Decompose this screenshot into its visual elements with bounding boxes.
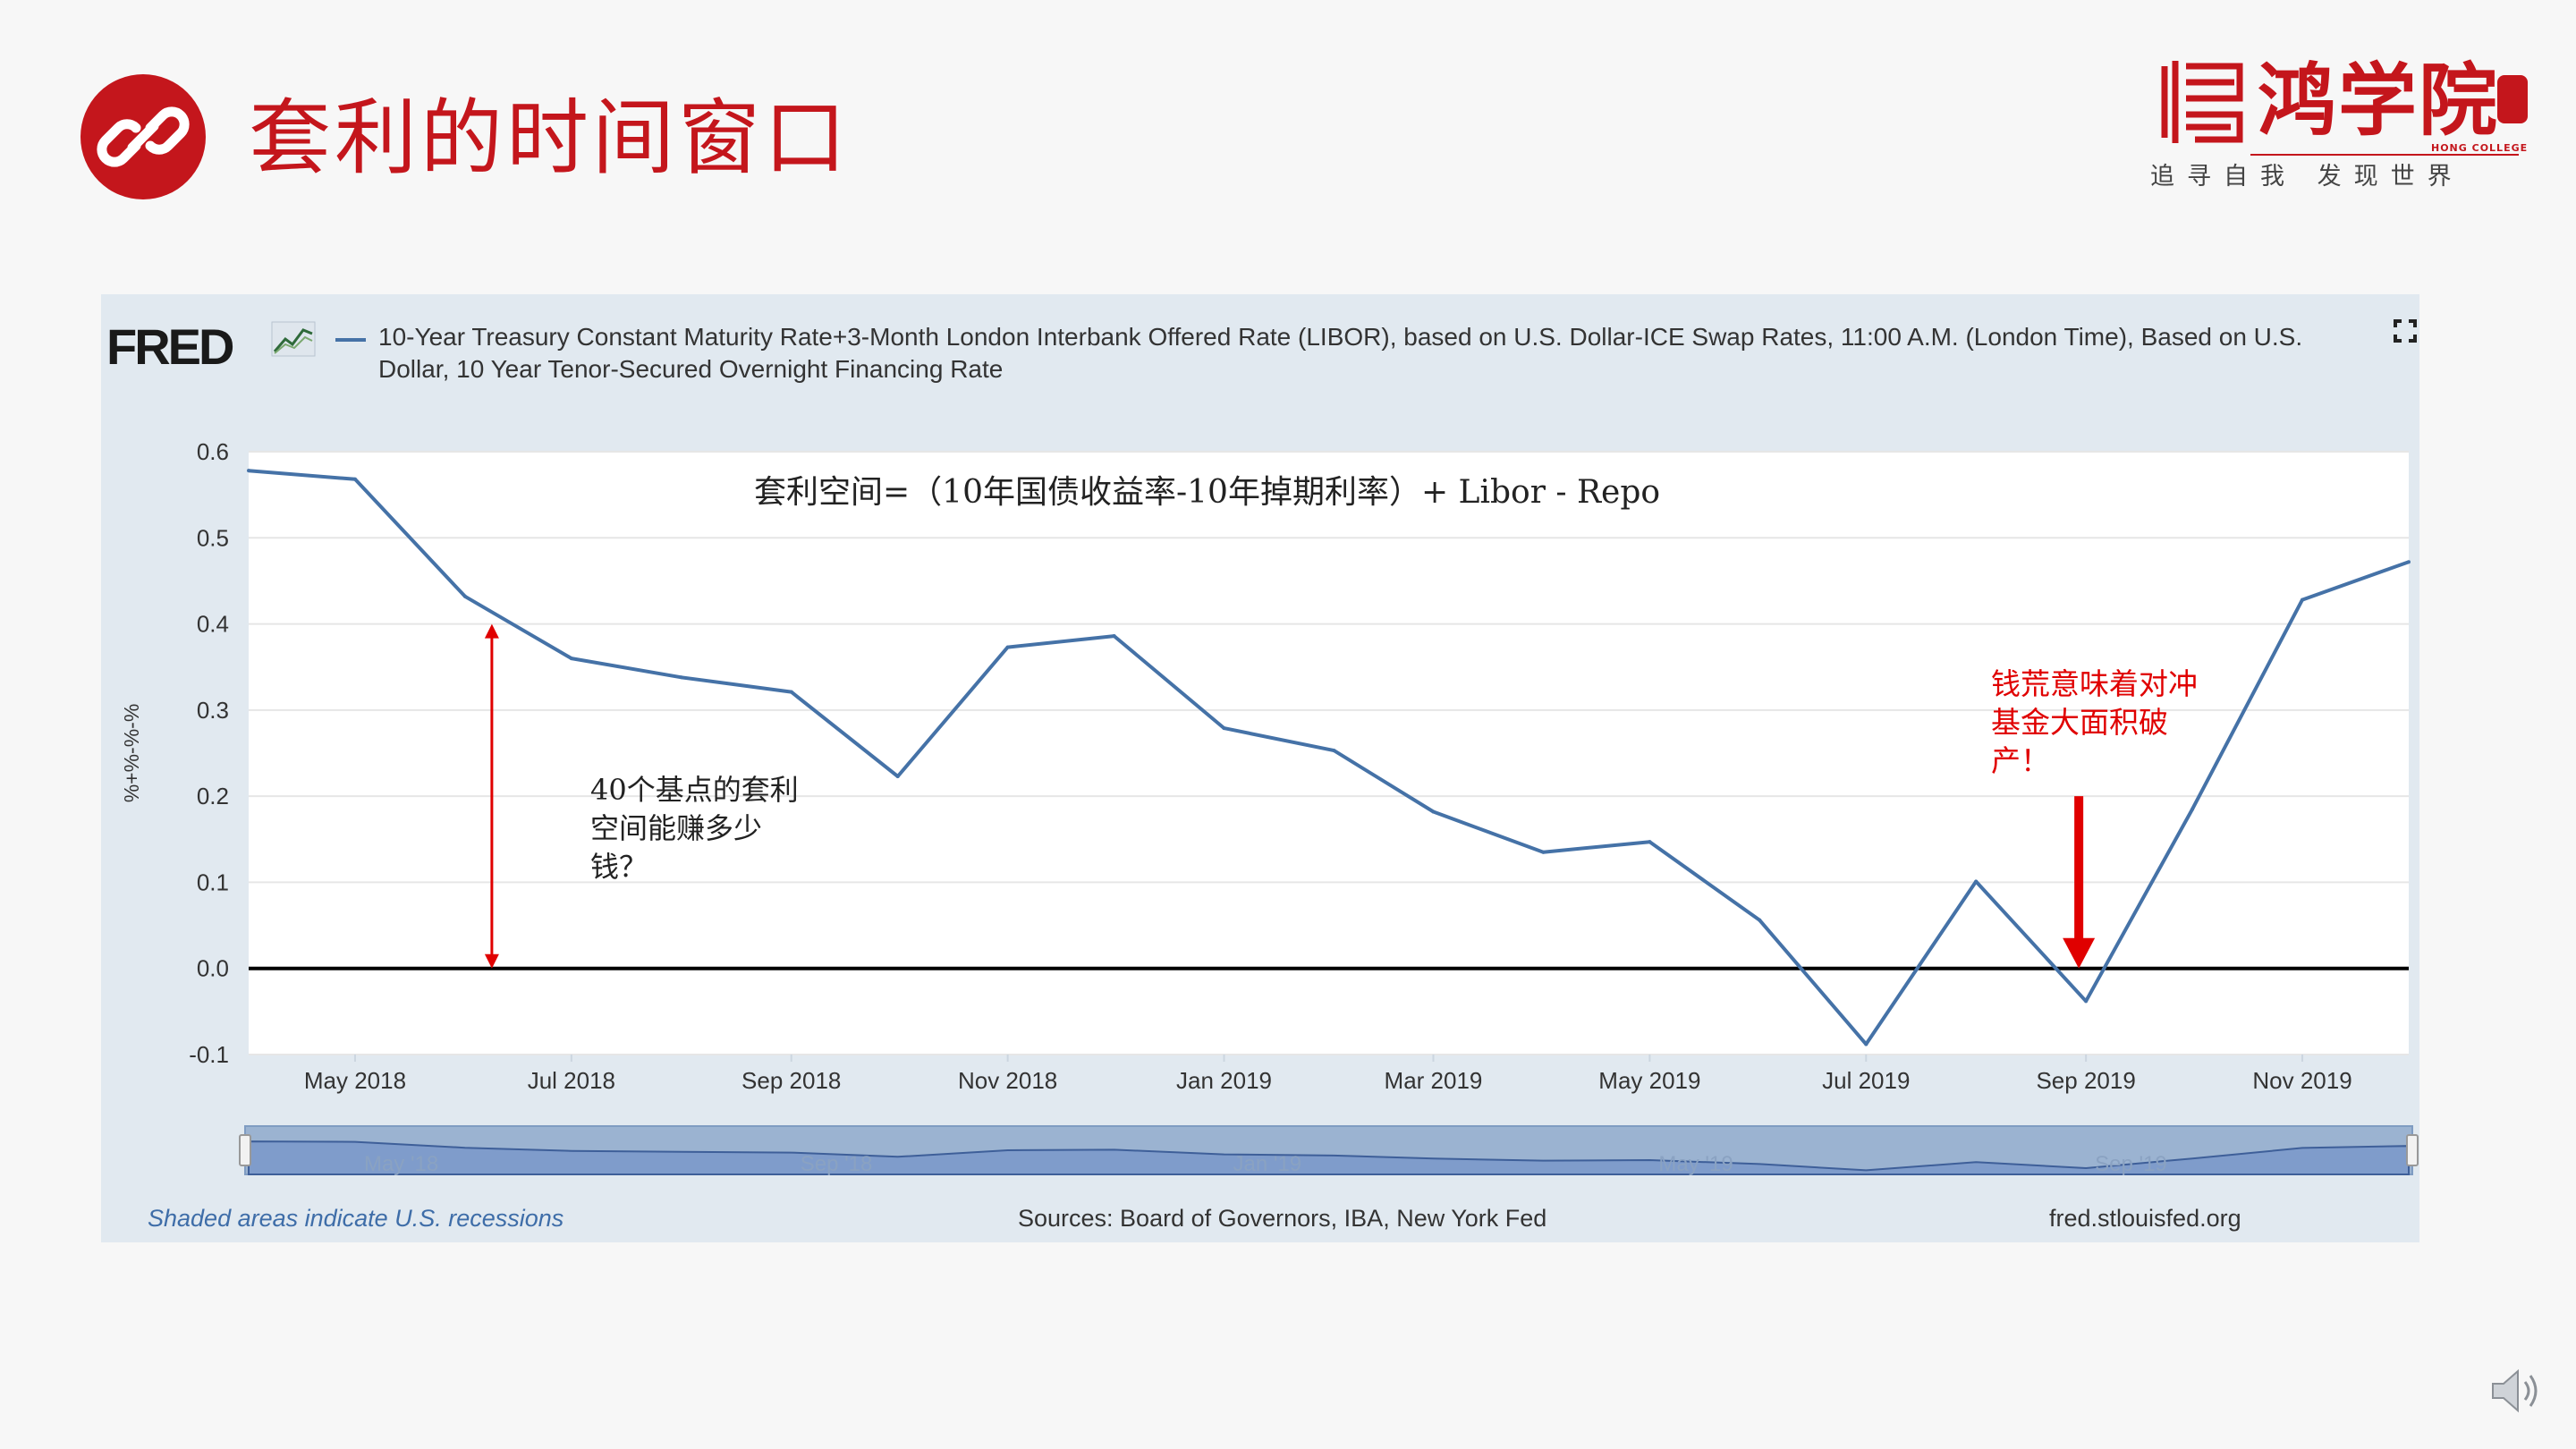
logo-name: 鸿学院 xyxy=(2258,54,2500,147)
x-tick-label: Jan 2019 xyxy=(1176,1067,1272,1094)
sources-note: Sources: Board of Governors, IBA, New Yo… xyxy=(1018,1205,1547,1232)
y-axis-label: %+%-%-% xyxy=(120,704,143,803)
basis-point-annotation: 40个基点的套利空间能赚多少钱？ xyxy=(590,773,799,884)
fred-url[interactable]: fred.stlouisfed.org xyxy=(2049,1205,2241,1233)
logo-rule xyxy=(2250,154,2519,156)
y-tick-label: 0.2 xyxy=(197,783,229,809)
data-point xyxy=(1974,879,1979,884)
y-tick-label: 0.0 xyxy=(197,955,229,982)
data-point xyxy=(1332,749,1336,753)
data-point xyxy=(1222,726,1226,731)
data-point xyxy=(789,690,793,694)
data-point xyxy=(1005,645,1010,649)
logo-seal-icon xyxy=(2497,75,2528,123)
x-tick-label: May 2019 xyxy=(1598,1067,1700,1094)
data-point xyxy=(1864,1042,1868,1046)
y-tick-label: 0.3 xyxy=(197,697,229,724)
x-tick-label: Sep 2018 xyxy=(741,1067,841,1094)
logo-mark-icon xyxy=(2161,61,2243,143)
spread-formula-annotation: 套利空间=（10年国债收益率-10年掉期利率）+ Libor - Repo xyxy=(754,474,1661,511)
data-point xyxy=(2084,999,2089,1004)
navigator-label: Jan '19 xyxy=(1233,1152,1302,1176)
data-point xyxy=(462,594,467,598)
y-tick-label: -0.1 xyxy=(189,1041,229,1068)
navigator-label: May '19 xyxy=(1658,1152,1733,1176)
data-point xyxy=(1112,634,1116,639)
x-tick-label: Mar 2019 xyxy=(1385,1067,1483,1094)
navigator-handle-left xyxy=(239,1134,251,1166)
data-point xyxy=(1648,840,1652,844)
speaker-icon[interactable] xyxy=(2487,1364,2545,1418)
data-point xyxy=(247,469,250,473)
money-shortage-annotation: 钱荒意味着对冲基金大面积破产！ xyxy=(1991,666,2198,778)
hong-college-logo: 鸿学院 HONG COLLEGE 追寻自我 发现世界 xyxy=(2147,52,2531,195)
data-point xyxy=(1758,918,1762,922)
y-tick-label: 0.4 xyxy=(197,611,229,638)
x-tick-label: Sep 2019 xyxy=(2036,1067,2135,1094)
slide-title: 套利的时间窗口 xyxy=(249,90,851,186)
data-point xyxy=(2407,560,2411,564)
data-point xyxy=(1431,809,1436,814)
navigator-label: Sep '19 xyxy=(2095,1152,2167,1176)
data-point xyxy=(352,477,357,481)
link-icon xyxy=(80,74,206,199)
navigator-label: Sep '18 xyxy=(801,1152,873,1176)
y-tick-label: 0.5 xyxy=(197,524,229,551)
y-tick-label: 0.6 xyxy=(197,438,229,465)
x-tick-label: Nov 2018 xyxy=(958,1067,1057,1094)
navigator-handle-right xyxy=(2406,1134,2419,1166)
data-point xyxy=(679,675,683,680)
logo-slogan: 追寻自我 发现世界 xyxy=(2150,163,2464,191)
data-point xyxy=(2190,807,2195,811)
data-point xyxy=(895,774,900,778)
y-tick-label: 0.1 xyxy=(197,869,229,895)
x-tick-label: May 2018 xyxy=(304,1067,406,1094)
data-point xyxy=(2301,597,2305,602)
logo-english-name: HONG COLLEGE xyxy=(2431,142,2529,154)
x-tick-label: Nov 2019 xyxy=(2252,1067,2351,1094)
data-point xyxy=(569,657,573,661)
data-point xyxy=(1541,850,1546,854)
slide: 套利的时间窗口 鸿学院 HONG COLLEGE 追寻自我 发现世界 FRED … xyxy=(0,0,2576,1449)
navigator-label: May '18 xyxy=(364,1152,438,1176)
recession-note: Shaded areas indicate U.S. recessions xyxy=(148,1205,564,1232)
x-tick-label: Jul 2018 xyxy=(528,1067,615,1094)
x-tick-label: Jul 2019 xyxy=(1822,1067,1910,1094)
